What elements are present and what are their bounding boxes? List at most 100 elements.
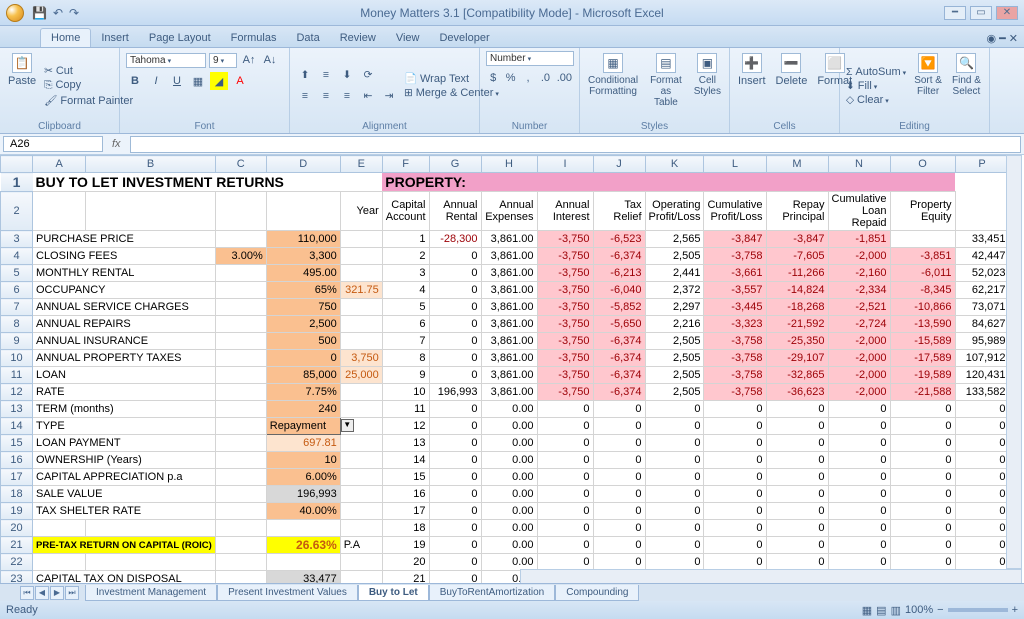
data-cell[interactable]: 0 [537,503,593,520]
col-header[interactable]: O [890,156,955,173]
extra-cell[interactable] [340,452,382,469]
data-cell[interactable]: 0 [890,401,955,418]
ribbon-tab-developer[interactable]: Developer [429,29,499,47]
data-cell[interactable]: -6,040 [593,282,645,299]
pct-cell[interactable] [215,435,266,452]
data-cell[interactable]: -11,266 [766,265,828,282]
merge-center-button[interactable]: ⊞ Merge & Center [404,87,499,99]
data-cell[interactable]: 3,861.00 [481,367,537,384]
tab-nav-next-icon[interactable]: ▶ [50,586,64,600]
data-cell[interactable]: -2,000 [828,367,890,384]
data-cell[interactable]: 0 [537,452,593,469]
pct-cell[interactable] [215,231,266,248]
extra-cell[interactable] [340,401,382,418]
sort-filter-button[interactable]: 🔽Sort & Filter [912,51,944,120]
label-cell[interactable]: TERM (months) [33,401,216,418]
insert-cells-button[interactable]: ➕Insert [736,51,768,120]
label-cell[interactable]: ANNUAL PROPERTY TAXES [33,350,216,367]
decrease-decimal-icon[interactable]: .00 [556,69,573,87]
data-cell[interactable]: -6,374 [593,367,645,384]
view-normal-icon[interactable]: ▦ [862,604,872,617]
data-cell[interactable]: -32,865 [766,367,828,384]
data-cell[interactable]: 42,447 [955,248,1009,265]
row-header[interactable]: 1 [1,173,33,192]
data-cell[interactable]: -3,758 [704,248,766,265]
data-cell[interactable]: -25,350 [766,333,828,350]
row-header[interactable]: 8 [1,316,33,333]
data-cell[interactable]: 12 [382,418,429,435]
value-cell[interactable]: 26.63% [266,537,340,554]
font-color-icon[interactable]: A [231,72,249,90]
data-cell[interactable]: 0.00 [481,503,537,520]
data-cell[interactable]: 2,441 [645,265,704,282]
data-cell[interactable]: -8,345 [890,282,955,299]
data-cell[interactable]: 0 [429,265,481,282]
data-cell[interactable]: 0 [645,486,704,503]
data-cell[interactable]: 0 [704,537,766,554]
font-selector[interactable]: Tahoma [126,53,206,68]
data-cell[interactable]: -36,623 [766,384,828,401]
data-cell[interactable]: 0 [429,333,481,350]
data-cell[interactable]: 3,861.00 [481,350,537,367]
data-cell[interactable]: 2,505 [645,350,704,367]
data-cell[interactable]: -3,750 [537,299,593,316]
data-cell[interactable]: 0 [429,316,481,333]
pct-cell[interactable] [215,486,266,503]
row-header[interactable]: 17 [1,469,33,486]
conditional-formatting-button[interactable]: ▦Conditional Formatting [586,51,640,120]
pct-cell[interactable] [215,299,266,316]
data-cell[interactable]: 0 [537,401,593,418]
fx-icon[interactable]: fx [106,138,127,150]
row-header[interactable]: 3 [1,231,33,248]
pct-cell[interactable] [215,350,266,367]
label-cell[interactable]: CLOSING FEES [33,248,216,265]
close-button[interactable]: ✕ [996,6,1018,20]
pct-cell[interactable] [215,503,266,520]
data-cell[interactable]: 0.00 [481,469,537,486]
data-cell[interactable]: -14,824 [766,282,828,299]
ribbon-tab-home[interactable]: Home [40,28,91,47]
data-cell[interactable]: 2,505 [645,333,704,350]
data-cell[interactable]: 2,565 [645,231,704,248]
data-cell[interactable]: -6,374 [593,384,645,401]
extra-cell[interactable] [340,486,382,503]
underline-icon[interactable]: U [168,72,186,90]
sheet-tab[interactable]: Present Investment Values [217,585,358,601]
data-cell[interactable]: 9 [382,367,429,384]
data-cell[interactable]: 0 [828,469,890,486]
data-cell[interactable]: 0 [766,520,828,537]
data-cell[interactable]: -15,589 [890,333,955,350]
col-header[interactable]: H [481,156,537,173]
data-cell[interactable]: 0 [890,435,955,452]
data-cell[interactable]: 0 [766,486,828,503]
extra-cell[interactable] [340,265,382,282]
data-cell[interactable]: -6,374 [593,248,645,265]
extra-cell[interactable]: 25,000 [340,367,382,384]
data-cell[interactable]: 0 [537,520,593,537]
data-cell[interactable]: 0 [593,520,645,537]
italic-icon[interactable]: I [147,72,165,90]
data-cell[interactable]: -3,847 [704,231,766,248]
data-cell[interactable]: 8 [382,350,429,367]
data-cell[interactable]: 0.00 [481,486,537,503]
data-cell[interactable]: 0 [645,418,704,435]
pct-cell[interactable] [215,265,266,282]
data-cell[interactable]: -2,334 [828,282,890,299]
data-cell[interactable]: 13 [382,435,429,452]
data-cell[interactable]: 0 [593,469,645,486]
data-cell[interactable]: 0 [429,554,481,571]
col-header[interactable]: J [593,156,645,173]
value-cell[interactable]: 240 [266,401,340,418]
cell-styles-button[interactable]: ▣Cell Styles [692,51,723,120]
data-cell[interactable]: 18 [382,520,429,537]
row-header[interactable]: 9 [1,333,33,350]
pct-cell[interactable] [215,469,266,486]
zoom-level[interactable]: 100% [905,604,933,616]
row-header[interactable]: 18 [1,486,33,503]
data-cell[interactable]: 0 [593,503,645,520]
value-cell[interactable]: 495.00 [266,265,340,282]
align-top-icon[interactable]: ⬆ [296,66,314,84]
ribbon-help[interactable]: ◉ ━ ✕ [980,30,1024,47]
data-cell[interactable]: 0 [645,469,704,486]
ribbon-tab-view[interactable]: View [386,29,430,47]
